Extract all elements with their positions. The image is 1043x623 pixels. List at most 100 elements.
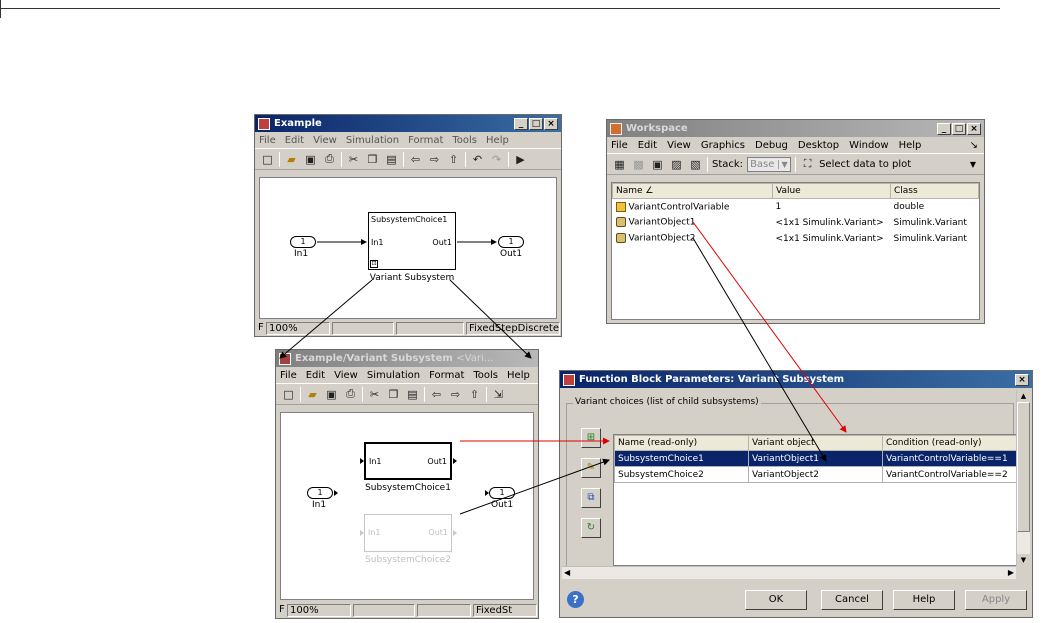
menu-file[interactable]: File [259, 135, 276, 146]
scroll-up-arrow-icon[interactable]: ▲ [1017, 390, 1030, 402]
scroll-right-arrow-icon[interactable]: ▶ [1008, 567, 1014, 579]
save-icon[interactable]: ▣ [303, 152, 318, 167]
variant-subsystem-block[interactable]: SubsystemChoice1 In1 Out1 ⊡ [368, 212, 456, 270]
menu-tools[interactable]: Tools [473, 370, 498, 381]
paste-icon[interactable]: ▤ [384, 152, 399, 167]
delete-icon[interactable]: ▧ [688, 157, 703, 172]
open-folder-icon[interactable]: ▰ [305, 387, 320, 402]
print-icon[interactable]: ⎙ [322, 152, 337, 167]
cut-icon[interactable]: ✂ [367, 387, 382, 402]
refresh-button[interactable]: ↻ [581, 518, 601, 538]
outport-block[interactable]: 1 [489, 487, 515, 499]
undock-arrow-icon[interactable]: ↘ [970, 140, 978, 151]
table-row[interactable]: VariantObject1 <1x1 Simulink.Variant> Si… [613, 215, 979, 231]
menu-graphics[interactable]: Graphics [701, 140, 745, 151]
variant-canvas[interactable]: 1 In1 In1 Out1 SubsystemChoice1 In1 Out1… [280, 412, 534, 600]
plot-dropdown-icon[interactable]: ▼ [970, 160, 976, 169]
add-choice-button[interactable]: ⊞ [581, 428, 601, 448]
row-variant-object[interactable]: VariantObject1 [748, 450, 883, 467]
menu-help[interactable]: Help [899, 140, 922, 151]
table-row[interactable]: VariantControlVariable 1 double [613, 199, 979, 215]
menu-window[interactable]: Window [849, 140, 888, 151]
table-row[interactable]: VariantObject2 <1x1 Simulink.Variant> Si… [613, 231, 979, 247]
column-header-variant-object[interactable]: Variant object [748, 435, 883, 451]
maximize-button[interactable]: □ [952, 122, 966, 135]
menu-help[interactable]: Help [507, 370, 530, 381]
scroll-left-arrow-icon[interactable]: ◀ [564, 567, 570, 579]
inport-block[interactable]: 1 [307, 487, 333, 499]
menu-view[interactable]: View [667, 140, 691, 151]
scroll-thumb[interactable] [1017, 402, 1030, 532]
table-row[interactable]: SubsystemChoice1 VariantObject1 VariantC… [614, 450, 1022, 467]
table-row[interactable]: SubsystemChoice2 VariantObject2 VariantC… [614, 466, 1022, 483]
save-workspace-icon[interactable]: ▣ [650, 157, 665, 172]
help-button[interactable]: Help [893, 590, 955, 610]
paste-icon[interactable]: ▤ [405, 387, 420, 402]
example-titlebar[interactable]: Example _ □ × [255, 115, 561, 132]
go-to-parent-icon[interactable]: ⇲ [491, 387, 506, 402]
column-header-condition[interactable]: Condition (read-only) [882, 435, 1022, 451]
outport-block[interactable]: 1 [498, 236, 524, 248]
row-variant-object[interactable]: VariantObject2 [748, 466, 883, 483]
new-file-icon[interactable]: □ [281, 387, 296, 402]
open-variable-icon[interactable]: ▩ [631, 157, 646, 172]
dialog-titlebar[interactable]: Function Block Parameters: Variant Subsy… [560, 371, 1032, 388]
menu-simulation[interactable]: Simulation [346, 135, 399, 146]
start-simulation-icon[interactable]: ▶ [513, 152, 528, 167]
example-canvas[interactable]: 1 In1 SubsystemChoice1 In1 Out1 ⊡ Varian… [259, 177, 557, 319]
import-data-icon[interactable]: ▨ [669, 157, 684, 172]
menu-view[interactable]: View [334, 370, 358, 381]
forward-arrow-icon[interactable]: ⇨ [427, 152, 442, 167]
redo-icon[interactable]: ↷ [489, 152, 504, 167]
new-variable-icon[interactable]: ▦ [612, 157, 627, 172]
maximize-button[interactable]: □ [529, 117, 543, 130]
apply-button[interactable]: Apply [965, 590, 1027, 610]
minimize-button[interactable]: _ [937, 122, 951, 135]
menu-file[interactable]: File [280, 370, 297, 381]
subsystem-choice2-block[interactable]: In1 Out1 [364, 514, 452, 552]
minimize-button[interactable]: _ [514, 117, 528, 130]
menu-debug[interactable]: Debug [755, 140, 788, 151]
save-icon[interactable]: ▣ [324, 387, 339, 402]
plot-selection-icon[interactable]: ⛶ [800, 157, 815, 172]
menu-file[interactable]: File [611, 140, 628, 151]
menu-view[interactable]: View [313, 135, 337, 146]
stack-dropdown[interactable]: Base ▼ [747, 156, 792, 172]
menu-tools[interactable]: Tools [452, 135, 477, 146]
menu-simulation[interactable]: Simulation [367, 370, 420, 381]
cut-icon[interactable]: ✂ [346, 152, 361, 167]
inport-block[interactable]: 1 [290, 236, 316, 248]
menu-format[interactable]: Format [408, 135, 443, 146]
back-arrow-icon[interactable]: ⇦ [408, 152, 423, 167]
menu-help[interactable]: Help [486, 135, 509, 146]
workspace-titlebar[interactable]: Workspace _ □ × [607, 120, 984, 137]
menu-desktop[interactable]: Desktop [798, 140, 839, 151]
undo-icon[interactable]: ↶ [470, 152, 485, 167]
back-arrow-icon[interactable]: ⇦ [429, 387, 444, 402]
cancel-button[interactable]: Cancel [821, 590, 883, 610]
column-header-name[interactable]: Name (read-only) [614, 435, 749, 451]
column-header-name[interactable]: Name ∠ [612, 183, 773, 199]
menu-format[interactable]: Format [429, 370, 464, 381]
close-button[interactable]: × [544, 117, 558, 130]
copy-icon[interactable]: ❐ [386, 387, 401, 402]
vertical-scrollbar[interactable]: ▲ ▼ [1016, 390, 1030, 566]
scroll-down-arrow-icon[interactable]: ▼ [1017, 554, 1030, 566]
select-data-to-plot[interactable]: Select data to plot [819, 159, 911, 170]
column-header-value[interactable]: Value [772, 183, 891, 199]
menu-edit[interactable]: Edit [638, 140, 657, 151]
print-icon[interactable]: ⎙ [343, 387, 358, 402]
menu-edit[interactable]: Edit [285, 135, 304, 146]
up-arrow-icon[interactable]: ⇧ [467, 387, 482, 402]
variant-titlebar[interactable]: Example/Variant Subsystem <Vari... [276, 350, 538, 367]
help-circle-icon[interactable]: ? [567, 591, 584, 608]
close-button[interactable]: × [1015, 373, 1029, 386]
new-file-icon[interactable]: □ [260, 152, 275, 167]
menu-edit[interactable]: Edit [306, 370, 325, 381]
forward-arrow-icon[interactable]: ⇨ [448, 387, 463, 402]
open-folder-icon[interactable]: ▰ [284, 152, 299, 167]
copy-icon[interactable]: ❐ [365, 152, 380, 167]
ok-button[interactable]: OK [745, 590, 807, 610]
horizontal-scrollbar[interactable]: ◀ ▶ [562, 566, 1016, 579]
column-header-class[interactable]: Class [890, 183, 979, 199]
